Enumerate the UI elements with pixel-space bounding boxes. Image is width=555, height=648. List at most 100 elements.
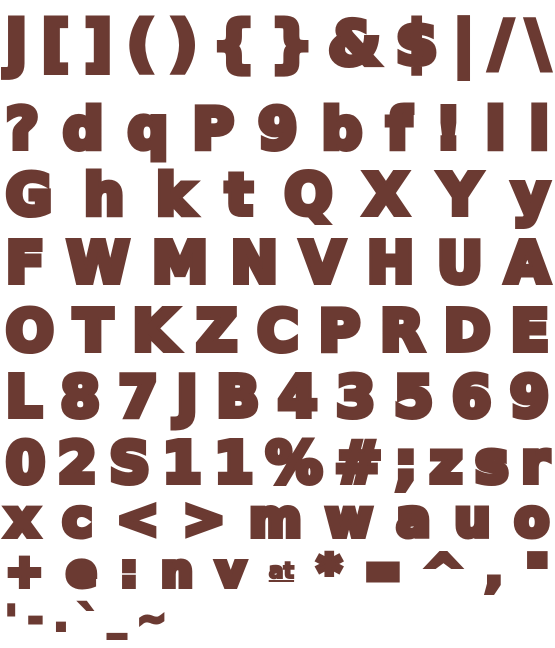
glyph: 5 <box>391 365 436 430</box>
glyph-row-9: + e : n v at * = ^ , " <box>3 540 552 604</box>
glyph: 4 <box>275 365 320 430</box>
glyph: \ <box>524 9 552 79</box>
glyph: > <box>180 490 228 548</box>
glyph: 9 <box>255 97 300 162</box>
glyph: : <box>117 546 140 597</box>
glyph-row-2: ? d q P 9 b f ! l i <box>3 94 552 166</box>
glyph-row-5: O T K Z C P R D E <box>3 296 552 368</box>
glyph: D <box>441 299 494 364</box>
glyph: s <box>472 431 511 496</box>
glyph: _ <box>106 599 127 639</box>
glyph: [ <box>39 9 73 79</box>
glyph: " <box>523 546 552 597</box>
glyph: ) <box>167 9 201 79</box>
glyph: 9 <box>507 365 552 430</box>
glyph: M <box>149 231 211 296</box>
glyph: i <box>527 97 552 162</box>
glyph: h <box>81 163 127 228</box>
glyph: y <box>509 163 551 228</box>
glyph: V <box>298 231 347 296</box>
glyph: v <box>213 546 248 597</box>
glyph: = <box>361 546 404 597</box>
glyph: O <box>3 299 57 364</box>
glyph: 2 <box>55 431 100 496</box>
glyph: X <box>361 163 410 228</box>
glyph: u <box>452 490 494 548</box>
glyph: ' <box>4 599 19 639</box>
glyph: r <box>518 431 552 496</box>
glyph-row-10: ' - . ` _ ~ <box>4 596 168 642</box>
glyph: - <box>26 599 44 639</box>
glyph: 0 <box>3 431 48 496</box>
glyph: j <box>3 9 29 79</box>
glyph: K <box>130 299 179 364</box>
glyph: f <box>384 97 414 162</box>
glyph: n <box>158 546 195 597</box>
glyph: Y <box>437 163 483 228</box>
glyph: 8 <box>58 365 103 430</box>
glyph: # <box>332 431 385 496</box>
glyph: m <box>246 490 304 548</box>
glyph: ` <box>77 599 98 639</box>
glyph: { <box>209 9 258 79</box>
glyph-sheet: j [ ] ( ) { } & $ | / \ ? d q P 9 b f ! … <box>0 0 555 648</box>
glyph: 3 <box>333 365 378 430</box>
glyph: l <box>483 97 508 162</box>
glyph: q <box>125 97 171 162</box>
glyph: } <box>267 9 316 79</box>
glyph: Z <box>193 299 240 364</box>
glyph: w <box>323 490 375 548</box>
glyph: 1 <box>211 431 256 496</box>
glyph: ^ <box>422 546 465 597</box>
glyph: L <box>3 365 45 430</box>
glyph: ! <box>433 97 464 162</box>
glyph-row-1: j [ ] ( ) { } & $ | / \ <box>3 4 552 84</box>
glyph: C <box>254 299 301 364</box>
glyph: x <box>3 490 41 548</box>
glyph: G <box>3 163 55 228</box>
glyph: S <box>106 431 152 496</box>
glyph: ] <box>81 9 115 79</box>
glyph: Q <box>282 163 336 228</box>
glyph: $ <box>393 9 441 79</box>
glyph: H <box>364 231 417 296</box>
glyph: A <box>503 231 552 296</box>
glyph: F <box>3 231 47 296</box>
glyph: t <box>223 163 256 228</box>
glyph: P <box>190 97 237 162</box>
glyph-row-3: G h k t Q X Y y <box>3 160 552 232</box>
glyph: + <box>3 546 46 597</box>
glyph: . <box>53 599 70 639</box>
glyph: T <box>71 299 115 364</box>
glyph: ? <box>3 97 42 162</box>
glyph: c <box>60 490 96 548</box>
glyph-row-4: F W M N V H U A <box>3 228 552 300</box>
glyph: 6 <box>449 365 494 430</box>
glyph: ; <box>392 431 421 496</box>
glyph: d <box>60 97 106 162</box>
glyph: z <box>427 431 466 496</box>
glyph-row-6: L 8 7 J B 4 3 5 6 9 <box>3 362 552 434</box>
glyph: ~ <box>136 599 168 639</box>
glyph: & <box>325 9 383 79</box>
glyph: N <box>228 231 281 296</box>
glyph: 7 <box>116 365 161 430</box>
glyph: e <box>64 546 100 597</box>
glyph: * <box>315 546 344 597</box>
glyph: 1 <box>160 431 205 496</box>
glyph: k <box>153 163 196 228</box>
glyph: W <box>64 231 132 296</box>
glyph: J <box>174 365 201 430</box>
glyph: | <box>450 9 478 79</box>
glyph: R <box>377 299 426 364</box>
glyph: P <box>316 299 363 364</box>
glyph: a <box>393 490 433 548</box>
glyph: E <box>508 299 552 364</box>
glyph: b <box>319 97 365 162</box>
glyph: at <box>268 559 295 584</box>
glyph: B <box>213 365 262 430</box>
glyph: / <box>487 9 515 79</box>
glyph: % <box>263 431 325 496</box>
glyph: o <box>512 490 552 548</box>
glyph: U <box>434 231 486 296</box>
